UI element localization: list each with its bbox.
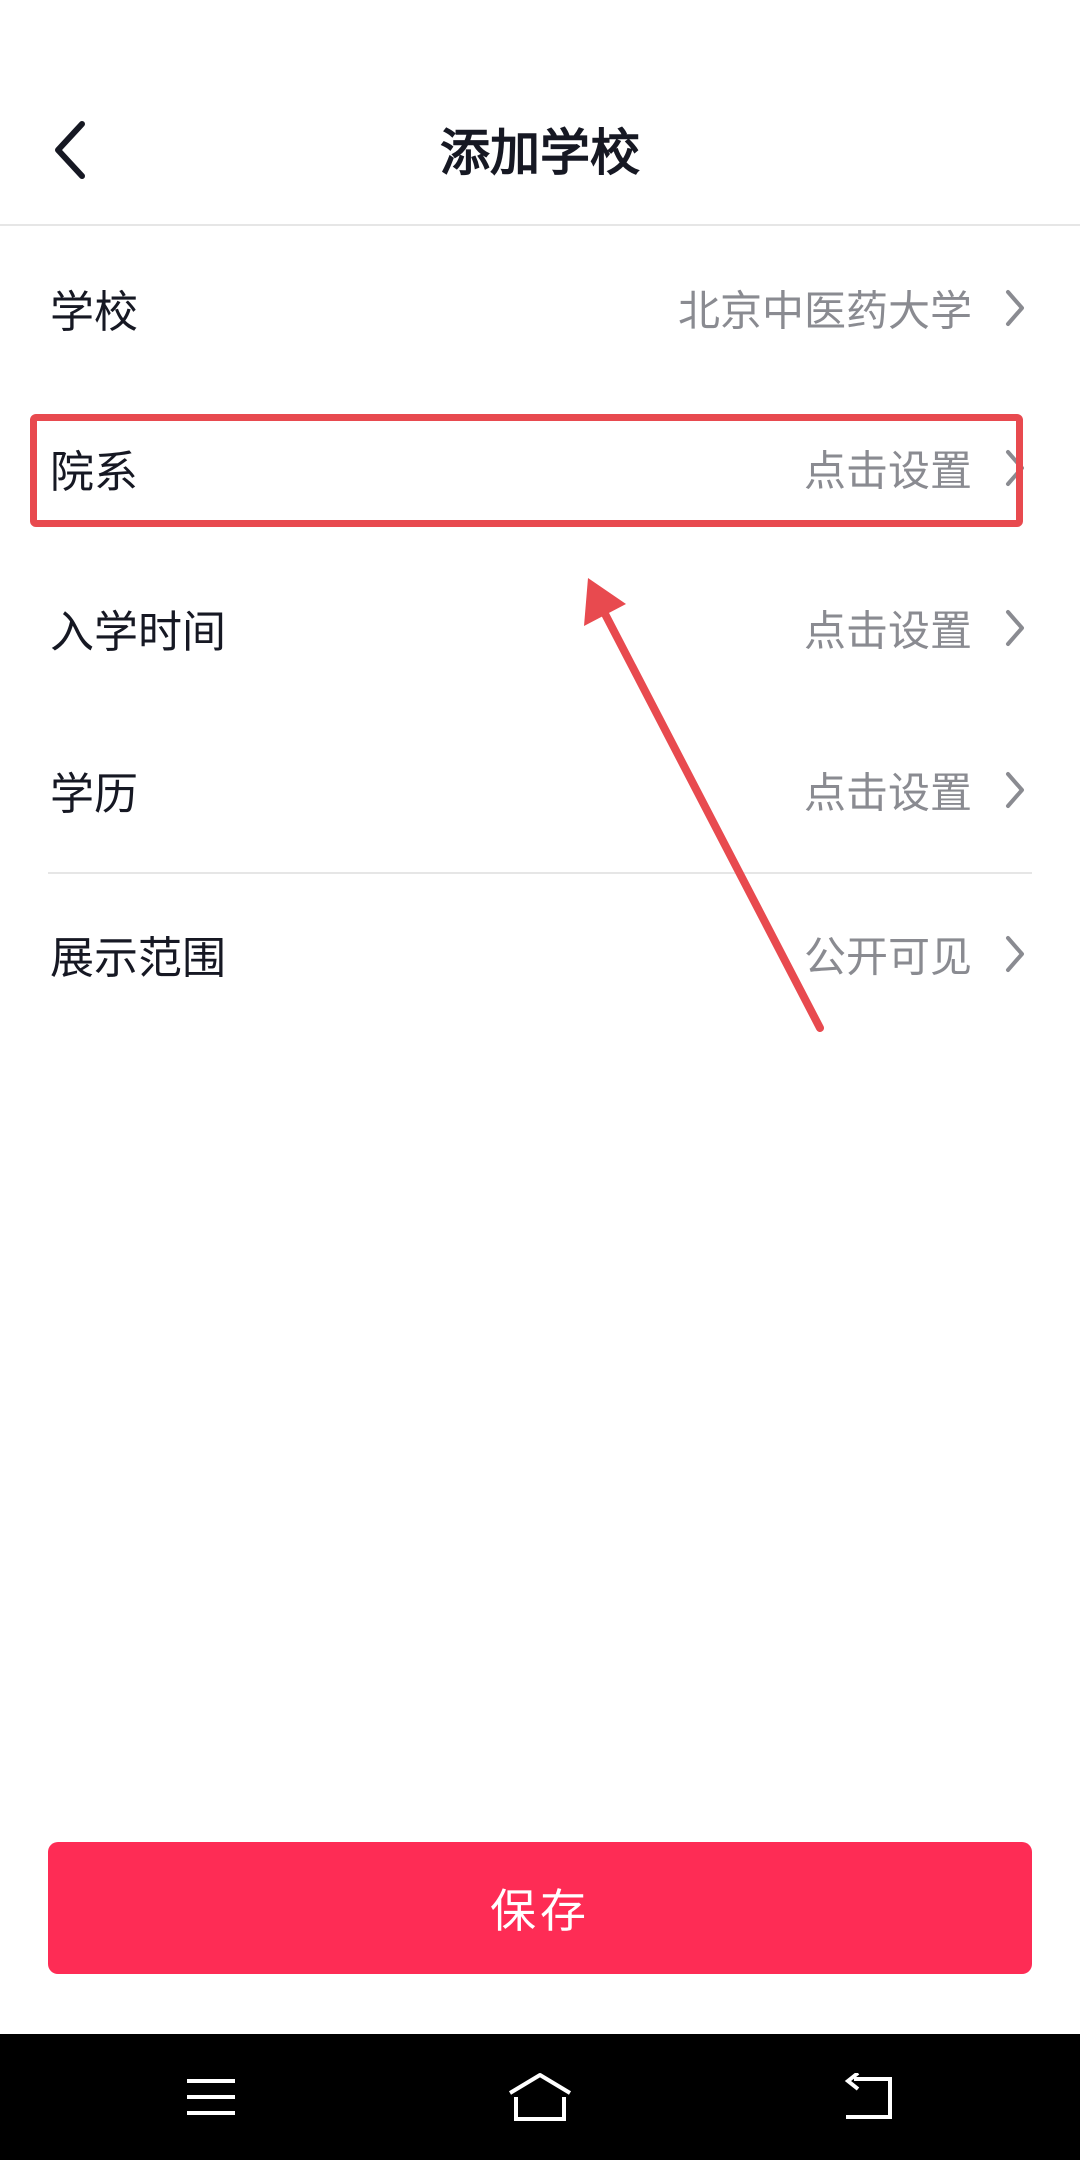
row-enrollment-time[interactable]: 入学时间 点击设置 <box>0 548 1080 708</box>
nav-back-button[interactable] <box>833 2062 903 2132</box>
page-title: 添加学校 <box>440 124 640 182</box>
chevron-right-icon <box>1006 290 1024 326</box>
nav-home-button[interactable] <box>505 2062 575 2132</box>
row-degree[interactable]: 学历 点击设置 <box>0 710 1080 870</box>
chevron-right-icon <box>1006 450 1024 486</box>
row-department[interactable]: 院系 点击设置 <box>0 388 1080 548</box>
row-visibility[interactable]: 展示范围 公开可见 <box>0 874 1080 1034</box>
row-label-degree: 学历 <box>50 769 138 820</box>
menu-icon <box>187 2079 235 2115</box>
row-school[interactable]: 学校 北京中医药大学 <box>0 228 1080 388</box>
row-label-visibility: 展示范围 <box>50 933 226 984</box>
row-value-department: 点击设置 <box>803 446 972 496</box>
save-button[interactable]: 保存 <box>48 1842 1032 1974</box>
header-bar: 添加学校 <box>0 0 1080 226</box>
chevron-right-icon <box>1006 936 1024 972</box>
home-icon <box>508 2073 572 2121</box>
back-icon <box>844 2073 892 2119</box>
row-value-school: 北京中医药大学 <box>677 286 972 336</box>
row-value-visibility: 公开可见 <box>803 932 972 982</box>
system-nav-bar <box>0 2034 1080 2160</box>
chevron-right-icon <box>1006 610 1024 646</box>
row-label-enrollment-time: 入学时间 <box>50 607 226 658</box>
add-school-screen: 添加学校 学校 北京中医药大学 院系 点击设置 入学时间 点击设置 学历 点击设… <box>0 0 1080 2160</box>
nav-menu-button[interactable] <box>176 2062 246 2132</box>
save-button-label: 保存 <box>490 1884 590 1938</box>
row-value-degree: 点击设置 <box>803 768 972 818</box>
row-value-enrollment-time: 点击设置 <box>803 606 972 656</box>
row-label-department: 院系 <box>50 447 138 498</box>
row-label-school: 学校 <box>50 287 138 338</box>
chevron-right-icon <box>1006 772 1024 808</box>
